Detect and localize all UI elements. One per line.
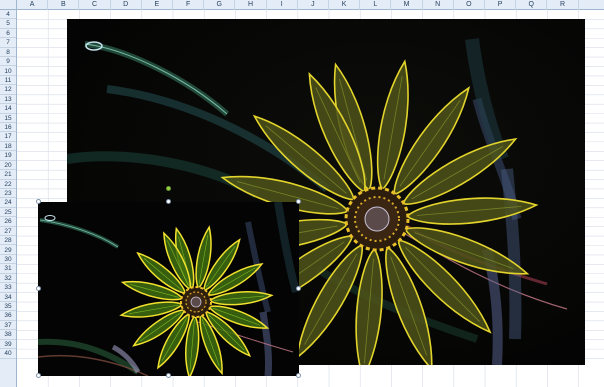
row-header-27[interactable]: 27 [0,227,16,237]
flower-image-small[interactable] [38,202,299,376]
row-header-14[interactable]: 14 [0,104,16,114]
row-header-15[interactable]: 15 [0,114,16,123]
row-header-40[interactable]: 40 [0,349,16,359]
row-header-38[interactable]: 38 [0,330,16,340]
column-header-P[interactable]: P [485,0,517,10]
row-header-37[interactable]: 37 [0,321,16,331]
column-header-D[interactable]: D [111,0,142,10]
resize-handle-bottom[interactable] [166,373,171,378]
column-header-Q[interactable]: Q [516,0,548,10]
column-header-F[interactable]: F [173,0,205,10]
row-header-31[interactable]: 31 [0,264,16,274]
column-headers: ABCDEFGHIJKLMNOPQR [17,0,604,10]
resize-handle-bottom-right[interactable] [296,373,301,378]
row-header-18[interactable]: 18 [0,142,16,152]
row-header-6[interactable]: 6 [0,29,16,39]
column-header-G[interactable]: G [204,0,236,10]
resize-handle-top-right[interactable] [296,199,301,204]
row-header-11[interactable]: 11 [0,76,16,86]
row-headers: 4 5 6 7 8 9 10 11 12 13 14 15 16 17 18 19 20 21 22 23 24 25 26… [0,10,17,387]
row-header-16[interactable]: 16 [0,123,16,133]
row-header-8[interactable]: 8 [0,48,16,58]
column-header-M[interactable]: M [391,0,423,10]
row-header-32[interactable]: 32 [0,274,16,284]
resize-handle-top[interactable] [166,199,171,204]
column-header-I[interactable]: I [267,0,298,10]
row-header-39[interactable]: 39 [0,340,16,350]
resize-handle-left[interactable] [36,286,41,291]
column-header-J[interactable]: J [298,0,329,10]
row-header-35[interactable]: 35 [0,302,16,312]
row-header-33[interactable]: 33 [0,283,16,293]
row-header-36[interactable]: 36 [0,311,16,321]
row-header-30[interactable]: 30 [0,255,16,265]
row-header-10[interactable]: 10 [0,67,16,76]
row-header-26[interactable]: 26 [0,217,16,227]
row-header-23[interactable]: 23 [0,189,16,199]
select-all-corner[interactable] [0,0,17,10]
column-header-A[interactable]: A [17,0,49,10]
column-header-C[interactable]: C [79,0,111,10]
row-header-19[interactable]: 19 [0,151,16,161]
row-header-12[interactable]: 12 [0,85,16,95]
row-header-24[interactable]: 24 [0,198,16,208]
column-header-N[interactable]: N [423,0,454,10]
row-header-22[interactable]: 22 [0,180,16,189]
column-header-H[interactable]: H [235,0,267,10]
row-header-9[interactable]: 9 [0,57,16,67]
row-header-34[interactable]: 34 [0,293,16,302]
resize-handle-right[interactable] [296,286,301,291]
resize-handle-bottom-left[interactable] [36,373,41,378]
column-header-K[interactable]: K [329,0,361,10]
column-header-O[interactable]: O [454,0,485,10]
column-header-E[interactable]: E [142,0,173,10]
row-header-20[interactable]: 20 [0,161,16,171]
column-header-R[interactable]: R [547,0,579,10]
column-header-L[interactable]: L [360,0,392,10]
spreadsheet-window: ABCDEFGHIJKLMNOPQR 4 5 6 7 8 9 10 11 12 13 14 15 16 1… [0,0,604,387]
row-header-25[interactable]: 25 [0,208,16,218]
row-header-7[interactable]: 7 [0,38,16,48]
row-header-29[interactable]: 29 [0,246,16,255]
row-header-13[interactable]: 13 [0,95,16,105]
rotation-handle[interactable] [166,186,171,191]
resize-handle-top-left[interactable] [36,199,41,204]
row-header-4[interactable]: 4 [0,10,16,20]
row-header-21[interactable]: 21 [0,170,16,180]
row-header-28[interactable]: 28 [0,236,16,246]
row-header-17[interactable]: 17 [0,132,16,142]
column-header-B[interactable]: B [48,0,80,10]
row-header-5[interactable]: 5 [0,19,16,29]
